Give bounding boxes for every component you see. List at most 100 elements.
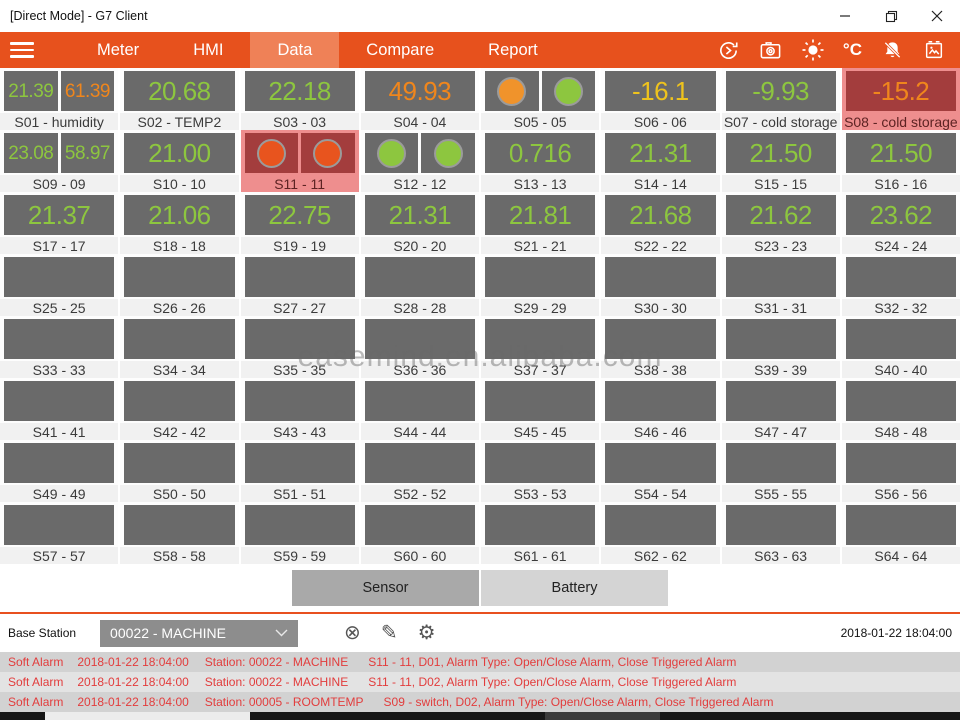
alarm-row[interactable]: Soft Alarm2018-01-22 18:04:00Station: 00…	[0, 692, 960, 712]
tile-value-area	[241, 316, 359, 359]
sensor-tile[interactable]: S33 - 33	[0, 316, 118, 378]
sensor-tile[interactable]: 21.31S20 - 20	[361, 192, 479, 254]
sensor-tile[interactable]: S63 - 63	[722, 502, 840, 564]
sensor-tile[interactable]: 21.68S22 - 22	[601, 192, 719, 254]
sensor-tile[interactable]: S61 - 61	[481, 502, 599, 564]
sensor-tile[interactable]: S41 - 41	[0, 378, 118, 440]
sensor-tile[interactable]: S31 - 31	[722, 254, 840, 316]
alarm-row[interactable]: Soft Alarm2018-01-22 18:04:00Station: 00…	[0, 652, 960, 672]
sensor-tile[interactable]: S44 - 44	[361, 378, 479, 440]
nav-tab-meter[interactable]: Meter	[70, 32, 166, 68]
sensor-tile[interactable]: 21.50S15 - 15	[722, 130, 840, 192]
sensor-tile[interactable]: S51 - 51	[241, 440, 359, 502]
sensor-tile[interactable]: S42 - 42	[120, 378, 238, 440]
settings-icon[interactable]: ⚙	[418, 623, 436, 643]
restore-button[interactable]	[868, 0, 914, 32]
sensor-tile[interactable]: -15.2S08 - cold storage	[842, 68, 960, 130]
close-button[interactable]	[914, 0, 960, 32]
cancel-icon[interactable]: ⊗	[344, 623, 361, 643]
value-box	[726, 443, 836, 483]
sensor-tile[interactable]: S55 - 55	[722, 440, 840, 502]
sensor-tile[interactable]: S48 - 48	[842, 378, 960, 440]
sensor-tile[interactable]: S58 - 58	[120, 502, 238, 564]
tile-value-area	[601, 316, 719, 359]
tile-label: S41 - 41	[0, 423, 118, 440]
status-dot-green	[554, 77, 583, 106]
nav-tab-data[interactable]: Data	[250, 32, 339, 68]
base-station-select[interactable]: 00022 - MACHINE	[100, 620, 298, 647]
tile-label: S46 - 46	[601, 423, 719, 440]
sensor-tile[interactable]: S40 - 40	[842, 316, 960, 378]
alarm-mute-icon[interactable]	[880, 38, 904, 62]
sensor-tile[interactable]: S32 - 32	[842, 254, 960, 316]
sensor-tile[interactable]: 21.3961.39S01 - humidity	[0, 68, 118, 130]
minimize-button[interactable]	[822, 0, 868, 32]
sensor-tile[interactable]: S47 - 47	[722, 378, 840, 440]
tab-sensor[interactable]: Sensor	[292, 570, 479, 606]
nav-tab-hmi[interactable]: HMI	[166, 32, 250, 68]
tab-battery[interactable]: Battery	[481, 570, 668, 606]
tile-label: S55 - 55	[722, 485, 840, 502]
sensor-tile[interactable]: 21.00S10 - 10	[120, 130, 238, 192]
sensor-tile[interactable]: 23.62S24 - 24	[842, 192, 960, 254]
sensor-tile[interactable]: S54 - 54	[601, 440, 719, 502]
celsius-icon[interactable]: °C	[843, 38, 862, 62]
tile-label: S36 - 36	[361, 361, 479, 378]
sensor-tile[interactable]: S64 - 64	[842, 502, 960, 564]
value-box	[421, 133, 475, 173]
sensor-tile[interactable]: S38 - 38	[601, 316, 719, 378]
sensor-tile[interactable]: 49.93S04 - 04	[361, 68, 479, 130]
sensor-tile[interactable]: S59 - 59	[241, 502, 359, 564]
sensor-tile[interactable]: S37 - 37	[481, 316, 599, 378]
sensor-tile[interactable]: 22.75S19 - 19	[241, 192, 359, 254]
sensor-tile[interactable]: S60 - 60	[361, 502, 479, 564]
sensor-tile[interactable]: S49 - 49	[0, 440, 118, 502]
sensor-tile[interactable]: S05 - 05	[481, 68, 599, 130]
sensor-tile[interactable]: -16.1S06 - 06	[601, 68, 719, 130]
sensor-tile[interactable]: S35 - 35	[241, 316, 359, 378]
sensor-tile[interactable]: 21.37S17 - 17	[0, 192, 118, 254]
sensor-tile[interactable]: 21.81S21 - 21	[481, 192, 599, 254]
sensor-tile[interactable]: S62 - 62	[601, 502, 719, 564]
sensor-tile[interactable]: S30 - 30	[601, 254, 719, 316]
sensor-tile[interactable]: -9.93S07 - cold storage	[722, 68, 840, 130]
sensor-tile[interactable]: S53 - 53	[481, 440, 599, 502]
sensor-tile[interactable]: S34 - 34	[120, 316, 238, 378]
sensor-tile[interactable]: S52 - 52	[361, 440, 479, 502]
sensor-tile[interactable]: S56 - 56	[842, 440, 960, 502]
sensor-tile[interactable]: 20.68S02 - TEMP2	[120, 68, 238, 130]
brightness-icon[interactable]	[801, 38, 825, 62]
sensor-tile[interactable]: S11 - 11	[241, 130, 359, 192]
sensor-tile[interactable]: 23.0858.97S09 - 09	[0, 130, 118, 192]
sensor-tile[interactable]: S12 - 12	[361, 130, 479, 192]
sensor-tile[interactable]: S26 - 26	[120, 254, 238, 316]
sensor-tile[interactable]: S39 - 39	[722, 316, 840, 378]
sensor-tile[interactable]: S45 - 45	[481, 378, 599, 440]
sensor-tile[interactable]: 21.06S18 - 18	[120, 192, 238, 254]
camera-icon[interactable]	[759, 38, 783, 62]
sensor-tile[interactable]: 0.716S13 - 13	[481, 130, 599, 192]
sensor-tile[interactable]: S50 - 50	[120, 440, 238, 502]
menu-icon[interactable]	[0, 32, 56, 68]
sensor-tile[interactable]: 21.31S14 - 14	[601, 130, 719, 192]
value-box	[245, 443, 355, 483]
sensor-tile[interactable]: S43 - 43	[241, 378, 359, 440]
sensor-tile[interactable]: S36 - 36	[361, 316, 479, 378]
sensor-tile[interactable]: S46 - 46	[601, 378, 719, 440]
sensor-tile[interactable]: S27 - 27	[241, 254, 359, 316]
nav-tab-report[interactable]: Report	[461, 32, 565, 68]
sensor-tile[interactable]: S29 - 29	[481, 254, 599, 316]
sensor-tile[interactable]: 21.62S23 - 23	[722, 192, 840, 254]
nav-tab-compare[interactable]: Compare	[339, 32, 461, 68]
sensor-tile[interactable]: S25 - 25	[0, 254, 118, 316]
sensor-tile[interactable]: S28 - 28	[361, 254, 479, 316]
sensor-tile[interactable]: 21.50S16 - 16	[842, 130, 960, 192]
alarm-row[interactable]: Soft Alarm2018-01-22 18:04:00Station: 00…	[0, 672, 960, 692]
snapshot-icon[interactable]	[922, 38, 946, 62]
value-box	[726, 381, 836, 421]
sensor-tile[interactable]: S57 - 57	[0, 502, 118, 564]
sync-icon[interactable]	[717, 38, 741, 62]
sensor-tile[interactable]: 22.18S03 - 03	[241, 68, 359, 130]
edit-icon[interactable]: ✎	[381, 623, 398, 643]
sensor-value: -9.93	[752, 78, 809, 104]
